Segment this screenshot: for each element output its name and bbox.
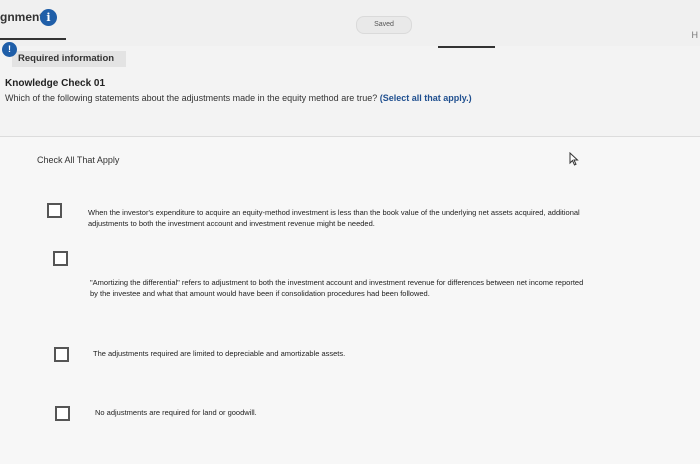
active-tab-underline: [0, 38, 66, 40]
question-prompt: Which of the following statements about …: [5, 93, 472, 103]
mouse-pointer-icon: [569, 152, 579, 166]
option-2-text-block[interactable]: "Amortizing the differential" refers to …: [90, 277, 583, 299]
option-1-line-2: adjustments to both the investment accou…: [88, 219, 375, 228]
required-info-icon: !: [2, 42, 17, 57]
option-3-line-1: The adjustments required are limited to …: [93, 349, 346, 358]
select-all-note: (Select all that apply.): [379, 93, 472, 103]
option-1-checkbox[interactable]: [47, 203, 62, 218]
question-prompt-text: Which of the following statements about …: [5, 93, 378, 103]
info-icon[interactable]: i: [40, 9, 57, 26]
assignment-title: gnment: [0, 10, 44, 24]
option-2-line-2: by the investee and what that amount wou…: [90, 289, 430, 298]
saved-status-badge: Saved: [356, 16, 412, 34]
tab-underline: [438, 46, 495, 48]
option-1-text[interactable]: When the investor's expenditure to acqui…: [88, 207, 580, 229]
top-bar: gnment i Saved H: [0, 0, 700, 46]
option-1-line-1: When the investor's expenditure to acqui…: [88, 208, 580, 217]
option-3-text[interactable]: The adjustments required are limited to …: [93, 348, 345, 359]
option-4-checkbox[interactable]: [55, 406, 70, 421]
question-title: Knowledge Check 01: [5, 78, 106, 89]
option-2-checkbox[interactable]: [53, 251, 68, 266]
option-2-line-1: "Amortizing the differential" refers to …: [90, 278, 584, 287]
option-3-checkbox[interactable]: [54, 347, 69, 362]
assignment-page: gnment i Saved H ! Required information …: [0, 0, 700, 464]
required-info-label[interactable]: Required information: [18, 53, 114, 64]
header-right-label[interactable]: H: [692, 30, 699, 40]
check-all-instruction: Check All That Apply: [37, 155, 120, 165]
option-4-text[interactable]: No adjustments are required for land or …: [95, 407, 257, 418]
option-4-line-1: No adjustments are required for land or …: [95, 408, 257, 417]
